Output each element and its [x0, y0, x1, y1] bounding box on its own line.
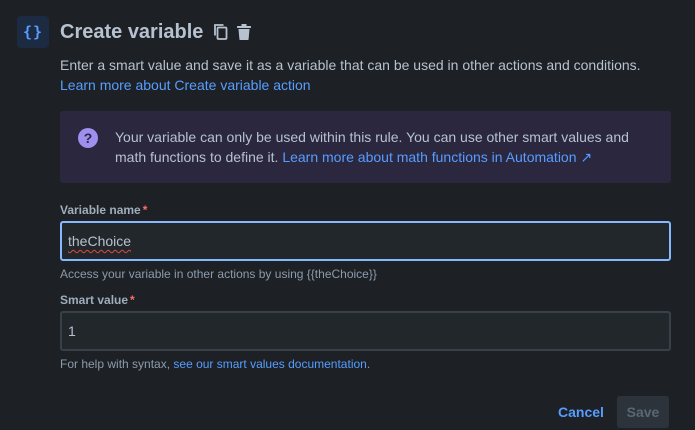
description: Enter a smart value and save it as a var…: [60, 55, 680, 95]
page-title: Create variable: [60, 20, 204, 43]
smart-value-input[interactable]: 1: [60, 311, 671, 351]
variable-name-label: Variable name *: [60, 203, 147, 217]
smart-value-helper-suffix: .: [366, 357, 371, 371]
smart-value-label-text: Smart value: [60, 293, 129, 307]
delete-button[interactable]: [235, 22, 253, 42]
trash-icon: [237, 24, 252, 40]
create-variable-panel: {} Create variable Enter a smart value a…: [0, 0, 695, 430]
required-mark: *: [130, 293, 135, 307]
cancel-button[interactable]: Cancel: [553, 396, 609, 428]
info-message: ? Your variable can only be used within …: [60, 111, 671, 183]
required-mark: *: [142, 203, 148, 217]
info-text: Your variable can only be used within th…: [115, 127, 655, 167]
question-circle-icon: ?: [78, 128, 98, 148]
copy-icon: [214, 24, 228, 40]
variable-name-helper: Access your variable in other actions by…: [60, 267, 377, 281]
description-text: Enter a smart value and save it as a var…: [60, 57, 641, 73]
create-variable-docs-link[interactable]: Learn more about Create variable action: [60, 77, 311, 93]
curly-braces-icon: {}: [17, 16, 49, 48]
smart-value-helper: For help with syntax, see our smart valu…: [60, 357, 370, 371]
math-functions-docs-link[interactable]: Learn more about math functions in Autom…: [282, 149, 592, 165]
smart-value-label: Smart value *: [60, 293, 135, 307]
smart-values-docs-link[interactable]: see our smart values documentation: [173, 357, 366, 371]
header: {} Create variable: [17, 16, 253, 48]
variable-name-input[interactable]: theChoice: [60, 221, 671, 261]
smart-value-value: 1: [68, 323, 76, 339]
save-button[interactable]: Save: [617, 396, 669, 428]
smart-value-helper-text: For help with syntax,: [60, 357, 174, 371]
variable-name-label-text: Variable name: [60, 203, 141, 217]
variable-name-value: theChoice: [68, 233, 132, 249]
copy-button[interactable]: [212, 22, 230, 42]
